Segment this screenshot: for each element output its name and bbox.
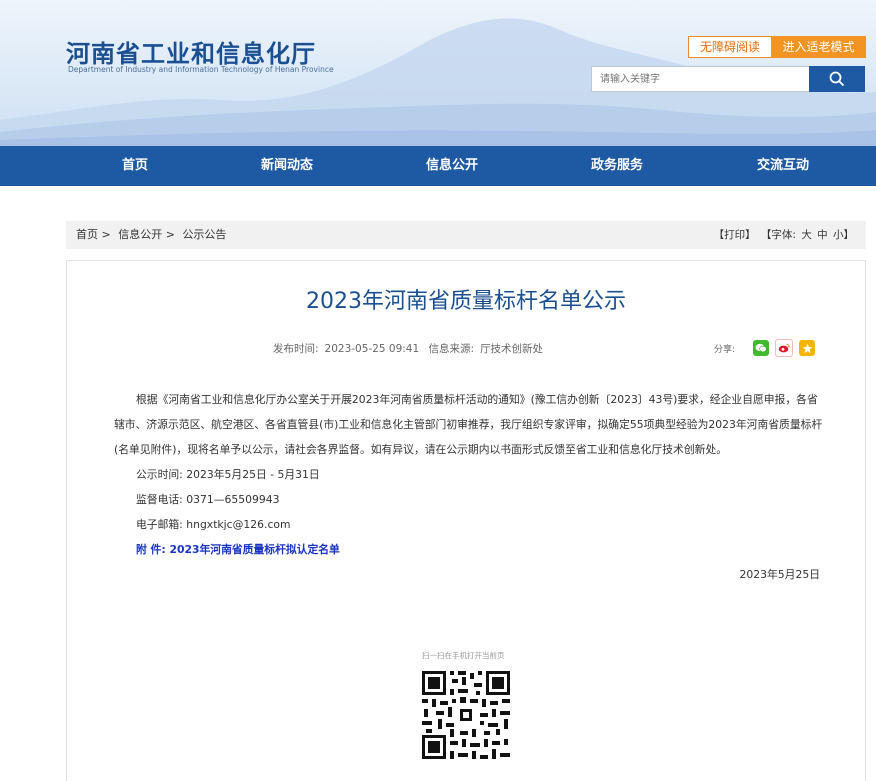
supervision-phone: 监督电话: 0371—65509943 (114, 487, 824, 512)
source-label: 信息来源: (428, 343, 475, 355)
source: 厅技术创新处 (480, 343, 544, 355)
main-nav: 首页 新闻动态 信息公开 政务服务 交流互动 (0, 146, 876, 186)
supervision-phone-label: 监督电话: (136, 493, 183, 506)
font-small-link[interactable]: 小】 (833, 229, 854, 241)
nav-item-gov-services[interactable]: 政务服务 (567, 146, 667, 186)
publicity-period-value: 2023年5月25日 - 5月31日 (186, 468, 320, 481)
font-medium-link[interactable]: 中 (817, 229, 828, 241)
header-banner: 河南省工业和信息化厅 Department of Industry and In… (0, 0, 876, 146)
email-label: 电子邮箱: (136, 518, 183, 531)
wechat-icon[interactable] (753, 340, 770, 356)
elder-mode-button[interactable]: 进入适老模式 (771, 36, 866, 58)
publish-time: 2023-05-25 09:41 (324, 343, 420, 355)
article-title: 2023年河南省质量标杆名单公示 (306, 289, 626, 314)
attachment-link[interactable]: 2023年河南省质量标杆拟认定名单 (169, 543, 339, 556)
attachment: 附 件: 2023年河南省质量标杆拟认定名单 (114, 537, 824, 562)
qr-code (420, 669, 512, 761)
font-large-link[interactable]: 大 (801, 229, 812, 241)
search-button[interactable] (809, 66, 865, 92)
share-label: 分享: (714, 344, 736, 355)
email: 电子邮箱: hngxtkjc@126.com (114, 512, 824, 537)
supervision-phone-value: 0371—65509943 (186, 493, 280, 506)
publicity-period-label: 公示时间: (136, 468, 183, 481)
article-body: 根据《河南省工业和信息化厅办公室关于开展2023年河南省质量标杆活动的通知》(豫… (114, 387, 824, 587)
nav-item-home[interactable]: 首页 (85, 146, 185, 186)
search-icon (829, 71, 845, 87)
site-subtitle: Department of Industry and Information T… (68, 65, 334, 74)
breadcrumb-info-disclosure[interactable]: 信息公开 > (118, 228, 175, 241)
breadcrumb-bar: 首页 > 信息公开 > 公示公告 【打印】 【字体: 大 中 小】 (66, 221, 866, 249)
publish-time-label: 发布时间: (273, 343, 319, 355)
breadcrumb: 首页 > 信息公开 > 公示公告 (76, 221, 230, 249)
article-meta: 发布时间: 2023-05-25 09:41 信息来源: 厅技术创新处 (273, 341, 549, 356)
qr-caption: 扫一扫在手机打开当前页 (422, 651, 505, 660)
nav-item-interaction[interactable]: 交流互动 (733, 146, 833, 186)
search-box (591, 66, 811, 92)
nav-item-info-disclosure[interactable]: 信息公开 (402, 146, 502, 186)
article-date: 2023年5月25日 (739, 568, 820, 581)
print-link[interactable]: 【打印】 (714, 229, 756, 241)
breadcrumb-announcements[interactable]: 公示公告 (182, 228, 226, 241)
page-tools: 【打印】 【字体: 大 中 小】 (712, 221, 854, 249)
article-paragraph: 根据《河南省工业和信息化厅办公室关于开展2023年河南省质量标杆活动的通知》(豫… (114, 393, 823, 456)
font-size-label: 【字体: (760, 229, 796, 241)
article-container: 2023年河南省质量标杆名单公示 发布时间: 2023-05-25 09:41 信… (66, 260, 866, 781)
email-value: hngxtkjc@126.com (186, 518, 291, 531)
breadcrumb-home[interactable]: 首页 > (76, 228, 111, 241)
nav-item-news[interactable]: 新闻动态 (237, 146, 337, 186)
search-input[interactable] (592, 68, 800, 91)
share-bar: 分享: (714, 339, 816, 357)
weibo-icon[interactable] (775, 339, 794, 357)
site-title: 河南省工业和信息化厅 (66, 40, 316, 68)
favorite-icon[interactable] (799, 340, 816, 356)
attachment-label: 附 件: (136, 543, 166, 556)
accessibility-button[interactable]: 无障碍阅读 (688, 36, 772, 58)
publicity-period: 公示时间: 2023年5月25日 - 5月31日 (114, 462, 824, 487)
